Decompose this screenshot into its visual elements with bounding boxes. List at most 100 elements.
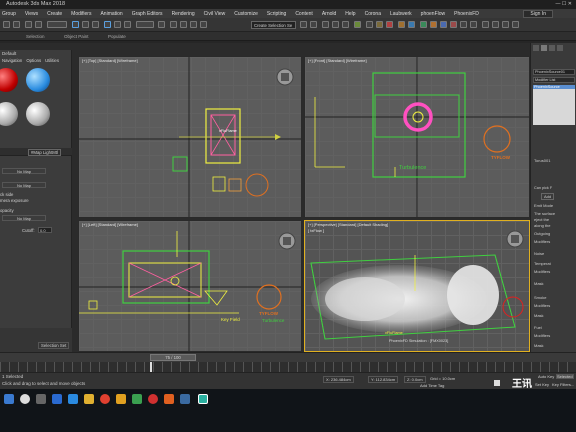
move-icon[interactable]: [104, 21, 111, 28]
menu-modifiers[interactable]: Modifiers: [71, 11, 91, 17]
cmd-row-0[interactable]: Torus001: [534, 158, 550, 163]
search-icon[interactable]: [20, 394, 30, 404]
mat-tab-options[interactable]: Options: [26, 58, 41, 63]
3dsmax-taskbar-icon[interactable]: [198, 394, 208, 404]
percent-snap-icon[interactable]: [190, 21, 197, 28]
z-coord-field[interactable]: Z: 0.0cm: [404, 376, 426, 383]
auto-key-button[interactable]: Auto Key: [538, 374, 554, 379]
cmd-row-7[interactable]: Modifiers: [534, 239, 550, 244]
layer-icon[interactable]: [322, 21, 329, 28]
no-map-button-3[interactable]: No Map: [2, 215, 46, 221]
extra-tool5-icon[interactable]: [502, 21, 509, 28]
app-icon-3[interactable]: [148, 394, 158, 404]
snap-icon[interactable]: [170, 21, 177, 28]
filter-dropdown[interactable]: [47, 21, 67, 28]
menu-rendering[interactable]: Rendering: [172, 11, 195, 17]
ribbon-object-paint-tab[interactable]: Object Paint: [64, 34, 89, 39]
menu-graph-editors[interactable]: Graph Editors: [132, 11, 163, 17]
cmd-row-12[interactable]: Smoke: [534, 295, 546, 300]
time-slider[interactable]: 75 / 100: [0, 352, 576, 362]
extra-tool-icon[interactable]: [460, 21, 467, 28]
ref-coord-dropdown[interactable]: [136, 21, 154, 28]
menu-corona[interactable]: Corona: [365, 11, 381, 17]
phoenix-icon[interactable]: [420, 21, 427, 28]
cmd-row-6[interactable]: Outgoing: [534, 231, 550, 236]
cmd-row-11[interactable]: Mask: [534, 281, 544, 286]
menu-phoenflow[interactable]: phoenFlow: [421, 11, 445, 17]
ie-icon[interactable]: [68, 394, 78, 404]
redo-icon[interactable]: [13, 21, 20, 28]
menu-help[interactable]: Help: [345, 11, 355, 17]
time-slider-handle[interactable]: 75 / 100: [150, 354, 196, 361]
menu-group[interactable]: Group: [2, 11, 16, 17]
key-filters-button[interactable]: Key Filters...: [552, 382, 574, 387]
add-time-tag-button[interactable]: Add Time Tag: [420, 383, 444, 388]
task-view-icon[interactable]: [36, 394, 46, 404]
edge-icon[interactable]: [52, 394, 62, 404]
cmd-row-16[interactable]: Modifiers: [534, 333, 550, 338]
x-coord-field[interactable]: X: 236.484cm: [323, 376, 354, 383]
cmd-row-14[interactable]: Mask: [534, 313, 544, 318]
material-slot-grey1[interactable]: [0, 102, 18, 126]
unlink-icon[interactable]: [35, 21, 42, 28]
add-button[interactable]: Add: [541, 193, 555, 200]
rect-select-icon[interactable]: [92, 21, 99, 28]
phoenix-fire-icon[interactable]: [430, 21, 437, 28]
menu-content[interactable]: Content: [295, 11, 313, 17]
undo-icon[interactable]: [3, 21, 10, 28]
modifier-list-dropdown[interactable]: Modifier List: [533, 77, 575, 83]
menu-animation[interactable]: Animation: [100, 11, 122, 17]
window-controls[interactable]: — ☐ ✕: [556, 1, 572, 7]
viewport-left[interactable]: [+] [Left] [Standard] [Wireframe] Key Fi…: [78, 220, 302, 352]
link-icon[interactable]: [25, 21, 32, 28]
spinner-snap-icon[interactable]: [200, 21, 207, 28]
menu-civil-view[interactable]: Civil View: [204, 11, 226, 17]
pivot-icon[interactable]: [158, 21, 165, 28]
corona-render-icon[interactable]: [398, 21, 405, 28]
chrome-icon[interactable]: [100, 394, 110, 404]
corona-vfb-icon[interactable]: [408, 21, 415, 28]
selection-set-button[interactable]: Selection Set: [38, 342, 70, 349]
mat-tab-navigation[interactable]: Navigation: [2, 58, 22, 63]
material-name-field[interactable]: #Map LightMtl: [28, 149, 61, 156]
sign-in-button[interactable]: Sign In: [523, 10, 553, 18]
viewport-front[interactable]: [+] [Front] [Standard] [Wireframe] TYFLO…: [304, 56, 530, 218]
explorer-icon[interactable]: [84, 394, 94, 404]
play-icon[interactable]: [494, 380, 500, 386]
render-icon[interactable]: [386, 21, 393, 28]
no-map-button-1[interactable]: No Map: [2, 168, 46, 174]
align-icon[interactable]: [310, 21, 317, 28]
menu-create[interactable]: Create: [47, 11, 62, 17]
viewport-perspective[interactable]: [+] [Perspective] [Standard] [Default Sh…: [304, 220, 530, 352]
select-icon[interactable]: [72, 21, 79, 28]
selected-dropdown[interactable]: Selected: [556, 374, 574, 379]
extra-tool6-icon[interactable]: [512, 21, 519, 28]
mat-tab-utilities[interactable]: Utilities: [45, 58, 59, 63]
tyflow-icon[interactable]: [450, 21, 457, 28]
no-map-button-2[interactable]: No Map: [2, 182, 46, 188]
angle-snap-icon[interactable]: [180, 21, 187, 28]
start-icon[interactable]: [4, 394, 14, 404]
option-opacity[interactable]: opacity: [0, 208, 14, 213]
rotate-icon[interactable]: [114, 21, 121, 28]
modifier-stack-item[interactable]: PhoenixSource: [533, 85, 575, 89]
render-frame-icon[interactable]: [376, 21, 383, 28]
set-key-button[interactable]: Set Key: [535, 382, 549, 387]
scale-icon[interactable]: [124, 21, 131, 28]
selection-set-dropdown[interactable]: Create Selection Se: [251, 21, 296, 29]
material-slot-blue[interactable]: [26, 68, 50, 92]
extra-tool4-icon[interactable]: [492, 21, 499, 28]
menu-customize[interactable]: Customize: [234, 11, 258, 17]
app-icon-5[interactable]: [180, 394, 190, 404]
cmd-row-13[interactable]: Modifiers: [534, 303, 550, 308]
mirror-icon[interactable]: [300, 21, 307, 28]
track-bar[interactable]: [0, 362, 576, 372]
option-back-side[interactable]: ck side: [0, 192, 13, 197]
material-editor-icon[interactable]: [354, 21, 361, 28]
cmd-row-10[interactable]: Modifiers: [534, 269, 550, 274]
viewport-top[interactable]: [+] [Top] [Standard] [Wireframe] vFluFla…: [78, 56, 302, 218]
cmd-row-17[interactable]: Mask: [534, 343, 544, 348]
extra-tool2-icon[interactable]: [470, 21, 477, 28]
select-by-name-icon[interactable]: [82, 21, 89, 28]
object-name-field[interactable]: PhoenixSource01: [533, 69, 575, 75]
